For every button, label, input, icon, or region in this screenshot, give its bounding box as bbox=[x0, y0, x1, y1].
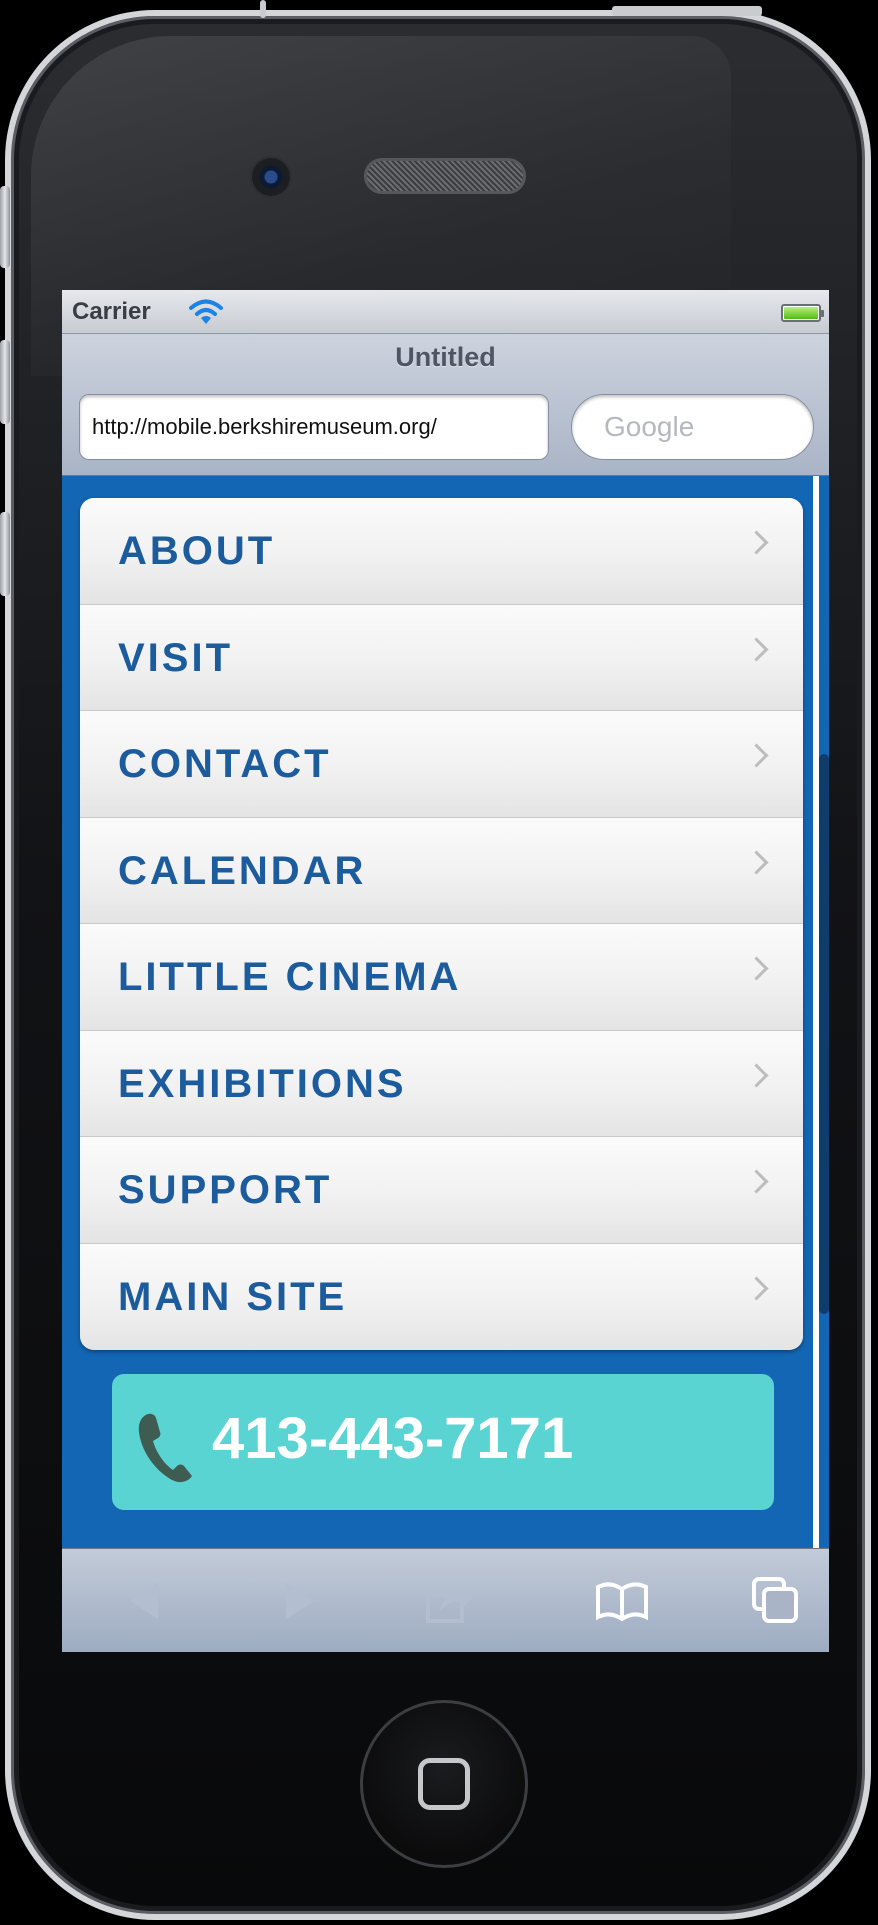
battery-icon bbox=[781, 304, 824, 322]
menu-item-little-cinema[interactable]: LITTLE CINEMA bbox=[80, 924, 803, 1031]
menu-item-label: VISIT bbox=[118, 635, 234, 680]
chevron-right-icon bbox=[744, 636, 769, 662]
menu-item-label: CALENDAR bbox=[118, 848, 367, 893]
carrier-label: Carrier bbox=[72, 298, 151, 325]
chevron-right-icon bbox=[744, 743, 769, 768]
chevron-right-icon bbox=[744, 1275, 769, 1301]
chevron-right-icon bbox=[744, 530, 769, 555]
chevron-right-icon bbox=[744, 956, 769, 981]
menu-item-about[interactable]: ABOUT bbox=[80, 498, 803, 605]
volume-down-button bbox=[0, 512, 10, 596]
main-menu: ABOUT VISIT CONTACT CALENDAR LITTLE CINE… bbox=[80, 498, 803, 1350]
menu-item-label: LITTLE CINEMA bbox=[118, 955, 462, 999]
top-edge-notch bbox=[260, 0, 266, 18]
phone-number-label: 413-443-7171 bbox=[212, 1406, 574, 1471]
menu-item-visit[interactable]: VISIT bbox=[80, 604, 803, 711]
menu-item-label: CONTACT bbox=[118, 742, 332, 786]
chevron-right-icon bbox=[744, 849, 769, 875]
chevron-right-icon bbox=[744, 1169, 769, 1194]
menu-item-contact[interactable]: CONTACT bbox=[80, 711, 803, 818]
menu-item-label: MAIN SITE bbox=[118, 1274, 348, 1319]
chevron-right-icon bbox=[744, 1062, 769, 1088]
page-title: Untitled bbox=[395, 342, 496, 372]
bookmarks-icon[interactable] bbox=[594, 1573, 650, 1629]
menu-item-label: ABOUT bbox=[118, 529, 276, 573]
url-field[interactable]: http://mobile.berkshiremuseum.org/ bbox=[79, 394, 549, 460]
home-button[interactable] bbox=[360, 1700, 528, 1868]
share-icon[interactable] bbox=[422, 1573, 478, 1629]
scrollbar[interactable] bbox=[819, 754, 829, 1314]
page-content: ABOUT VISIT CONTACT CALENDAR LITTLE CINE… bbox=[62, 476, 829, 1652]
power-button bbox=[612, 6, 762, 16]
menu-item-support[interactable]: SUPPORT bbox=[80, 1137, 803, 1244]
earpiece-speaker bbox=[364, 158, 526, 194]
home-square-icon bbox=[418, 1758, 470, 1810]
status-bar: Carrier bbox=[62, 290, 829, 334]
menu-item-label: EXHIBITIONS bbox=[118, 1061, 407, 1106]
browser-toolbar bbox=[62, 1548, 829, 1652]
menu-item-main-site[interactable]: MAIN SITE bbox=[80, 1243, 803, 1350]
mute-switch bbox=[0, 186, 10, 268]
phone-icon bbox=[138, 1413, 192, 1483]
phone-screen: Carrier Untitled http://mobile.berkshire… bbox=[62, 290, 829, 1652]
volume-up-button bbox=[0, 340, 10, 424]
wifi-icon bbox=[189, 299, 223, 324]
search-input[interactable]: Google bbox=[571, 394, 814, 460]
forward-arrow-icon[interactable] bbox=[270, 1573, 326, 1629]
front-camera bbox=[252, 158, 290, 196]
menu-item-calendar[interactable]: CALENDAR bbox=[80, 817, 803, 924]
menu-item-label: SUPPORT bbox=[118, 1168, 333, 1212]
tabs-icon[interactable] bbox=[748, 1573, 804, 1629]
back-arrow-icon[interactable] bbox=[118, 1573, 174, 1629]
browser-nav-bar: Untitled http://mobile.berkshiremuseum.o… bbox=[62, 334, 829, 476]
call-button[interactable]: 413-443-7171 bbox=[112, 1374, 774, 1510]
menu-item-exhibitions[interactable]: EXHIBITIONS bbox=[80, 1030, 803, 1137]
